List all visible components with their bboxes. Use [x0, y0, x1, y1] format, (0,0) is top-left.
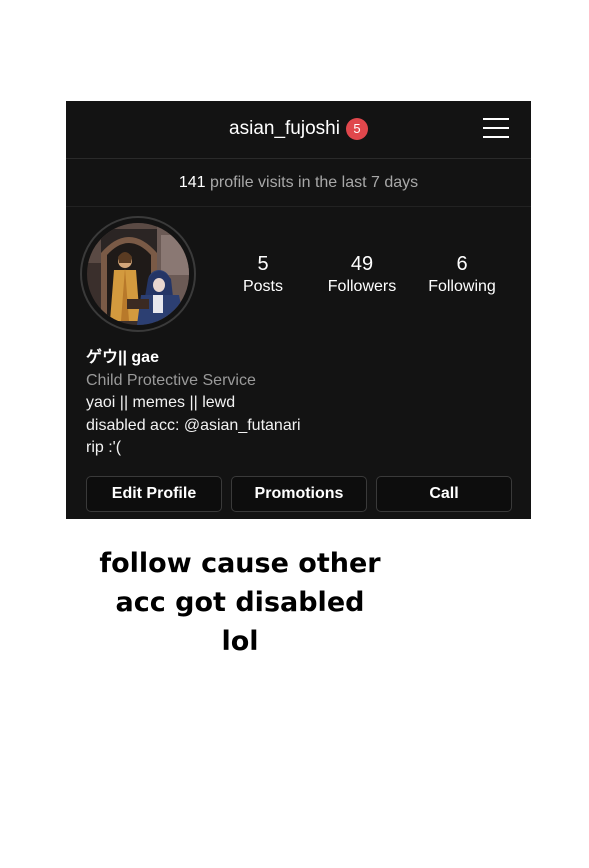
- notification-badge: 5: [345, 118, 368, 140]
- followers-stat[interactable]: 49 Followers: [312, 252, 412, 298]
- following-label: Following: [428, 278, 496, 295]
- posts-stat[interactable]: 5 Posts: [213, 252, 313, 298]
- profile-visits-banner[interactable]: 141 profile visits in the last 7 days: [66, 159, 531, 207]
- profile-bio: ゲウ|| gae Child Protective Service yaoi |…: [86, 347, 516, 460]
- posts-label: Posts: [242, 278, 283, 295]
- profile-header: asian_fujoshi 5: [66, 101, 531, 159]
- bio-line: disabled acc: @asian_futanari: [86, 416, 301, 434]
- profile-screenshot: asian_fujoshi 5 141 profile visits in the…: [66, 101, 531, 519]
- hamburger-menu-icon[interactable]: [483, 116, 509, 140]
- followers-count: 49: [350, 253, 374, 275]
- following-count: 6: [456, 253, 468, 275]
- username: asian_fujoshi: [229, 118, 340, 139]
- display-name: ゲウ|| gae: [86, 349, 159, 366]
- caption-line: lol: [221, 626, 259, 657]
- following-stat[interactable]: 6 Following: [412, 252, 512, 298]
- profile-visits-text: profile visits in the last 7 days: [210, 174, 419, 191]
- caption-line: acc got disabled: [115, 587, 365, 618]
- meme-caption: follow cause other acc got disabled lol: [40, 544, 440, 661]
- caption-line: follow cause other: [99, 548, 381, 579]
- bio-line: rip :'(: [86, 439, 122, 456]
- call-button[interactable]: Call: [376, 476, 512, 512]
- profile-actions: Edit Profile Promotions Call: [86, 476, 512, 512]
- promotions-button[interactable]: Promotions: [231, 476, 367, 512]
- posts-count: 5: [257, 253, 269, 275]
- profile-visits-count: 141: [178, 174, 206, 191]
- page: asian_fujoshi 5 141 profile visits in the…: [0, 0, 589, 868]
- followers-label: Followers: [327, 278, 397, 295]
- bio-line: yaoi || memes || lewd: [86, 394, 236, 411]
- edit-profile-button[interactable]: Edit Profile: [86, 476, 222, 512]
- username-switcher[interactable]: asian_fujoshi 5: [66, 117, 531, 141]
- profile-category: Child Protective Service: [86, 371, 256, 389]
- avatar[interactable]: [80, 216, 196, 332]
- profile-picture: [87, 223, 189, 325]
